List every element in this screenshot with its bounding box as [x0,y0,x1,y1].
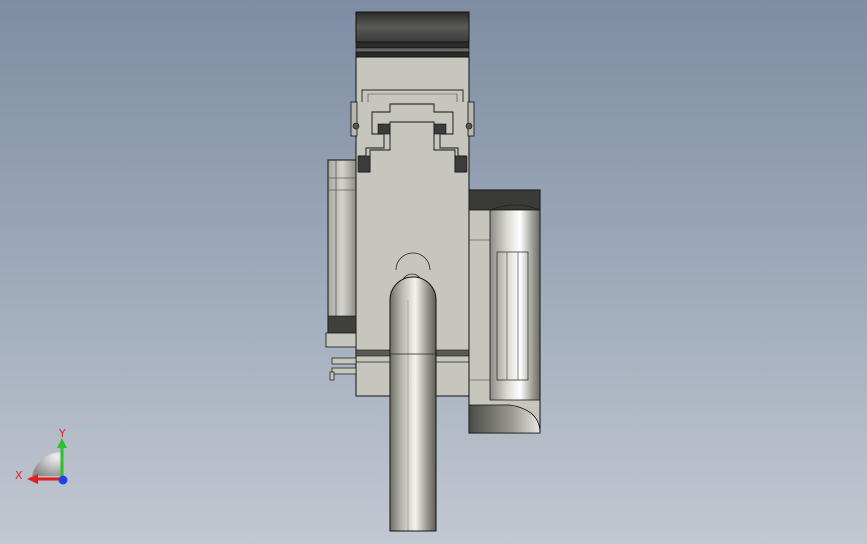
top-cap [355,11,470,58]
right-cylinder-module [468,189,541,434]
piston-rod [389,252,437,532]
z-axis-dot [58,475,68,485]
x-axis-label: X [15,469,23,482]
axis-triad: Y X [15,427,68,485]
triad-quadrant [32,451,62,476]
cad-viewport[interactable]: Y X [0,0,867,544]
y-axis-label: Y [58,427,66,440]
gripper-model-view[interactable]: Y X [0,0,867,544]
left-side-module [325,159,357,381]
